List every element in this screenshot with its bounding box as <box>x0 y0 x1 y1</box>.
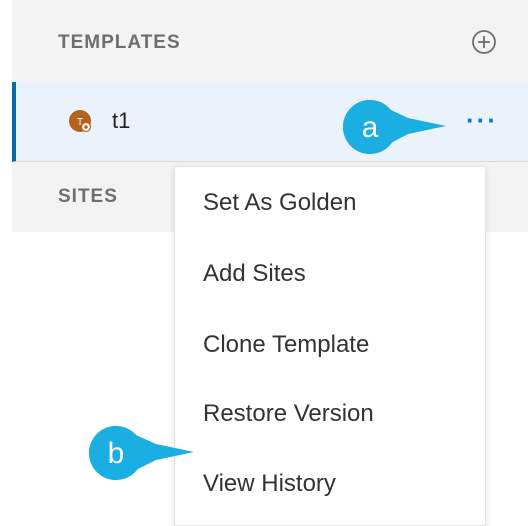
menu-item-clone-template[interactable]: Clone Template <box>203 331 369 359</box>
template-avatar-icon: T <box>69 110 92 133</box>
callout-b: b <box>89 426 194 480</box>
menu-item-view-history[interactable]: View History <box>203 470 336 498</box>
menu-item-set-as-golden[interactable]: Set As Golden <box>203 189 356 217</box>
more-options-button[interactable]: ··· <box>460 100 504 140</box>
menu-item-add-sites[interactable]: Add Sites <box>203 260 306 288</box>
callout-b-label: b <box>108 437 125 470</box>
sites-title: SITES <box>58 186 118 207</box>
more-horizontal-icon: ··· <box>466 105 498 135</box>
template-actions-menu: Set As Golden Add Sites Clone Template R… <box>174 166 486 526</box>
callout-a: a <box>343 100 446 154</box>
template-name: t1 <box>112 108 131 133</box>
templates-title: TEMPLATES <box>58 32 181 53</box>
template-item-t1[interactable]: T t1 ··· <box>12 82 528 162</box>
callout-a-label: a <box>362 111 379 144</box>
menu-item-restore-version[interactable]: Restore Version <box>203 400 374 428</box>
plus-circle-icon[interactable] <box>470 28 498 56</box>
templates-section-header: TEMPLATES <box>12 0 528 82</box>
